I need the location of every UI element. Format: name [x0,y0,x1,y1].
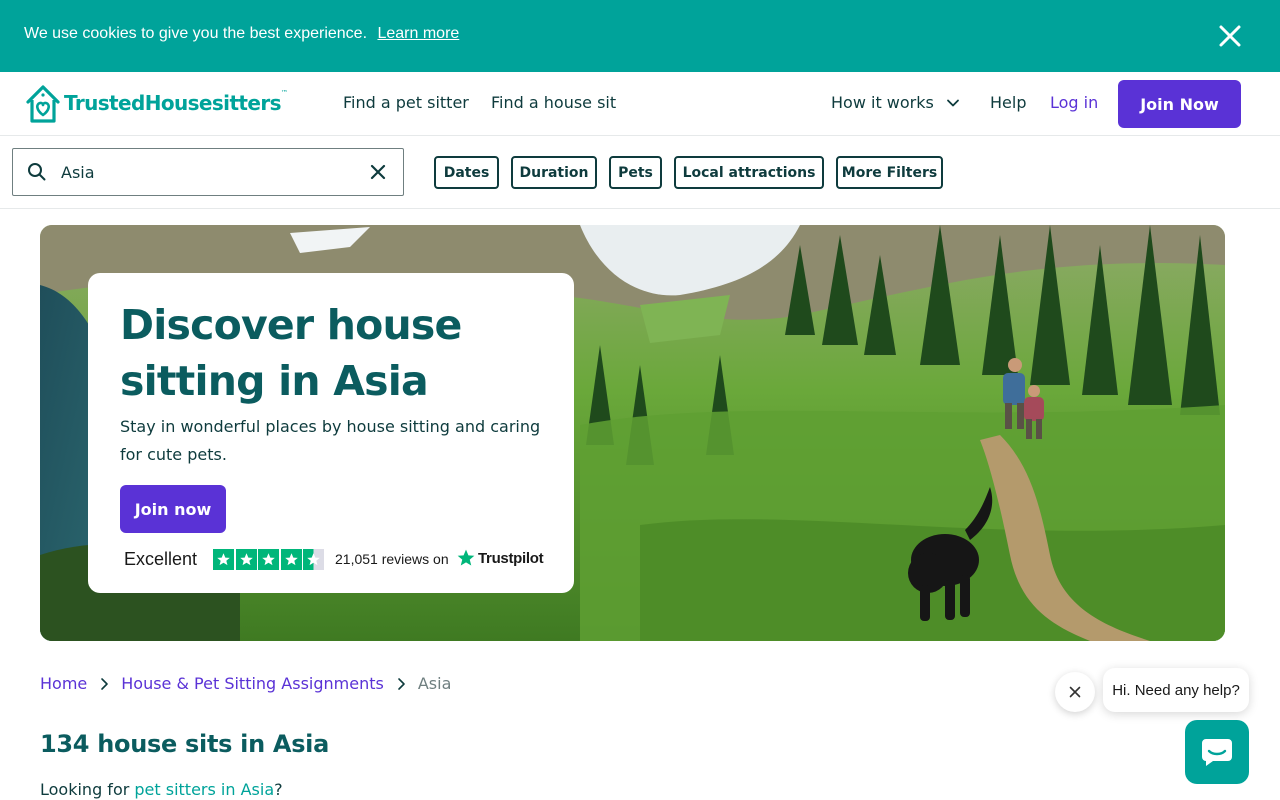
breadcrumb-assignments[interactable]: House & Pet Sitting Assignments [121,674,384,693]
cookie-message: We use cookies to give you the best expe… [24,25,459,43]
close-icon [1069,686,1081,698]
star-icon [280,549,302,570]
logo-wordmark: TrustedHousesitters [64,91,282,115]
cookie-banner: We use cookies to give you the best expe… [0,0,1280,72]
login-link[interactable]: Log in [1050,93,1098,112]
nav-find-house-sit[interactable]: Find a house sit [491,93,616,112]
star-icon [213,549,234,570]
chevron-right-icon [396,677,406,691]
trustpilot-review-count: 21,051 reviews on [335,551,449,567]
chat-greeting-bubble[interactable]: Hi. Need any help? [1103,668,1249,712]
hero-title: Discover house sitting in Asia [120,301,462,405]
breadcrumb-current: Asia [417,674,452,693]
nav-help[interactable]: Help [990,93,1026,112]
learn-more-link[interactable]: Learn more [377,25,459,42]
chevron-right-icon [99,677,109,691]
trademark-symbol: ™ [280,89,288,97]
site-header: TrustedHousesitters™ Find a pet sitter F… [0,72,1280,136]
breadcrumb-home[interactable]: Home [40,674,87,693]
half-star-icon [303,549,324,570]
pet-sitters-prompt: Looking for pet sitters in Asia? [40,780,283,799]
logo[interactable]: TrustedHousesitters™ [24,82,288,124]
hero-card: Discover house sitting in Asia Stay in w… [88,273,574,593]
close-icon[interactable] [1216,22,1244,50]
search-box [12,148,404,196]
chat-launcher-button[interactable] [1185,720,1249,784]
breadcrumb: Home House & Pet Sitting Assignments Asi… [40,674,451,693]
filter-dates[interactable]: Dates [434,156,499,189]
trustpilot-rating-word: Excellent [124,549,198,569]
chevron-down-icon [946,99,959,106]
nav-find-pet-sitter[interactable]: Find a pet sitter [343,93,469,112]
house-heart-logo-icon [26,85,60,123]
chat-dismiss-button[interactable] [1055,672,1095,712]
chat-icon [1202,739,1232,766]
filter-duration[interactable]: Duration [511,156,597,189]
trustpilot-star-icon [457,549,475,566]
trustpilot-brand: Trustpilot [478,549,544,567]
filter-pets[interactable]: Pets [609,156,662,189]
trustpilot-logo[interactable]: Trustpilot [456,548,544,568]
filter-local-attractions[interactable]: Local attractions [674,156,824,189]
trustpilot-stars [213,549,326,570]
filter-more-filters[interactable]: More Filters [836,156,943,189]
logo-text: TrustedHousesitters™ [64,89,288,115]
cookie-text: We use cookies to give you the best expe… [24,25,368,42]
results-title: 134 house sits in Asia [40,730,330,758]
nav-how-it-works-label: How it works [831,93,934,112]
hero-banner: Discover house sitting in Asia Stay in w… [40,225,1225,641]
search-filter-bar: Dates Duration Pets Local attractions Mo… [0,136,1280,209]
hero-join-button[interactable]: Join now [120,485,226,533]
nav-how-it-works[interactable]: How it works [831,93,960,112]
search-icon [28,163,46,181]
join-now-button[interactable]: Join Now [1118,80,1241,128]
clear-icon[interactable] [369,163,387,181]
looking-prefix: Looking for [40,780,135,799]
star-icon [235,549,257,570]
looking-suffix: ? [274,780,283,799]
hero-subtitle: Stay in wonderful places by house sittin… [120,417,541,464]
star-icon [258,549,279,570]
search-input[interactable] [61,159,351,185]
pet-sitters-link[interactable]: pet sitters in Asia [134,780,274,799]
